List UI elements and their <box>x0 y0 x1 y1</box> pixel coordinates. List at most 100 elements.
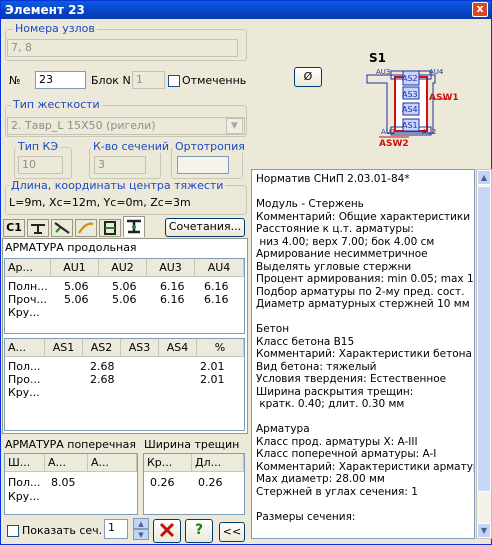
report-line: Подбор арматуры по 2-му пред. сост. <box>256 285 465 298</box>
crack-table: Кр... Дл... 0.26 0.26 <box>143 453 245 515</box>
stiffness-label: Тип жесткости <box>11 98 102 111</box>
report-line <box>256 411 470 424</box>
report-line: Max диаметр: 28.00 мм <box>256 473 385 485</box>
element-dialog: Элемент 23 x Номера узлов 7, 8 № 23 Блок… <box>0 0 492 545</box>
table-cell: 6.16 <box>160 293 185 306</box>
scroll-down-icon[interactable]: ▼ <box>477 523 491 538</box>
report-line: Стержней в углах сечения: 1 <box>256 485 418 498</box>
table-cell: 8.05 <box>51 476 76 489</box>
table-cell: Про... <box>8 373 41 386</box>
table-header[interactable]: А... <box>45 454 88 472</box>
diagonal-icon[interactable] <box>51 219 73 237</box>
table-header[interactable]: AU4 <box>195 259 244 277</box>
combinations-button[interactable]: Сочетания... <box>165 218 245 237</box>
table-header[interactable]: AU2 <box>99 259 147 277</box>
report-line: Комментарий: Характеристики бетона <box>256 348 472 360</box>
spinner-up-icon[interactable]: ▲ <box>133 518 149 529</box>
table-cell: Кру... <box>8 306 40 319</box>
table-cell: 6.16 <box>160 280 185 293</box>
table-header[interactable]: А... <box>5 339 45 357</box>
table-header[interactable]: AS4 <box>159 339 197 357</box>
report-line: Размеры сечения: <box>256 510 356 523</box>
show-section-checkbox[interactable] <box>7 525 19 537</box>
report-text[interactable]: Норматив СНиП 2.03.01-84* Модуль - Стерж… <box>251 169 475 539</box>
diameter-button[interactable]: Ø <box>294 67 322 87</box>
ke-type-label: Тип КЭ <box>16 140 61 153</box>
report-line <box>256 311 470 324</box>
tab-c1[interactable]: C1 <box>3 219 25 237</box>
as4-label: AS4 <box>402 105 418 114</box>
table-cell: 0.26 <box>150 476 175 489</box>
orthotropy-label: Ортотропия <box>173 140 247 153</box>
report-line: Класс поперечной арматуры: A-I <box>256 448 437 460</box>
table-cell: 2.01 <box>200 360 225 373</box>
number-label: № <box>9 74 21 87</box>
spinner-down-icon[interactable]: ▼ <box>133 529 149 540</box>
table-header[interactable]: AS3 <box>121 339 159 357</box>
table-header[interactable]: Дл... <box>192 454 244 472</box>
asw1-label: ASW1 <box>429 93 459 103</box>
table-cell: 2.68 <box>90 360 115 373</box>
table-cell: 2.01 <box>200 373 225 386</box>
table-cell: 2.68 <box>90 373 115 386</box>
au3-label: AU3 <box>376 68 391 76</box>
marked-checkbox[interactable] <box>168 75 180 87</box>
table-header[interactable]: А... <box>88 454 137 472</box>
table-header[interactable]: % <box>197 339 244 357</box>
report-line: Условия твердения: Естественное <box>256 373 447 385</box>
close-icon[interactable]: x <box>472 2 488 17</box>
table-header[interactable]: Ар... <box>5 259 51 277</box>
report-line <box>256 186 470 199</box>
table-cell: 5.06 <box>64 293 89 306</box>
orthotropy-field[interactable] <box>177 156 229 174</box>
table-cell: 6.16 <box>204 293 229 306</box>
long-rebar-title: АРМАТУРА продольная <box>5 241 137 254</box>
table-cell: 5.06 <box>64 280 89 293</box>
report-line: Диаметр арматурных стержней 10 мм <box>256 298 470 310</box>
table-cell: Полн... <box>8 280 48 293</box>
report-line: Модуль - Стержень <box>256 198 364 210</box>
ke-type-field: 10 <box>18 156 63 174</box>
report-line: Комментарий: Общие характеристики <box>256 210 471 223</box>
table-header[interactable]: AS2 <box>83 339 121 357</box>
scroll-thumb[interactable] <box>477 186 491 492</box>
beam-icon[interactable] <box>27 219 49 237</box>
report-line: Армирование несимметричное <box>256 248 428 260</box>
scroll-up-icon[interactable]: ▲ <box>477 170 491 185</box>
collapse-button[interactable]: << <box>219 522 245 542</box>
report-line: Комментарий: Характеристики арматуры <box>256 460 475 473</box>
transverse-table: Ш... А... А... Пол... 8.05 Кру... <box>4 453 138 515</box>
table-cell: Пол... <box>8 476 41 489</box>
title-bar[interactable]: Элемент 23 x <box>1 1 491 19</box>
table-header[interactable]: AU3 <box>147 259 195 277</box>
length-label: Длина, координаты центра тяжести <box>9 179 226 192</box>
length-value: L=9m, Xc=12m, Yc=0m, Zc=3m <box>9 196 191 209</box>
section-icon[interactable] <box>99 219 121 237</box>
nodes-label: Номера узлов <box>13 22 97 35</box>
chevron-down-icon: ▼ <box>226 118 243 134</box>
help-icon[interactable]: ? <box>185 519 213 543</box>
report-line: кратк. 0.40; длит. 0.30 мм <box>256 398 405 410</box>
section-spinner-field[interactable]: 1 <box>104 519 128 539</box>
cross-icon <box>159 522 175 538</box>
table-header[interactable]: AS1 <box>45 339 83 357</box>
report-line: Бетон <box>256 323 290 335</box>
report-scrollbar[interactable]: ▲ ▼ <box>476 169 492 539</box>
table-cell: Кру... <box>8 386 40 399</box>
table-header[interactable]: Ш... <box>5 454 45 472</box>
rebar-icon[interactable] <box>123 216 145 237</box>
report-line: Класс прод. арматуры X: A-III <box>256 435 418 448</box>
curve-icon[interactable] <box>75 219 97 237</box>
block-field: 1 <box>132 71 165 89</box>
table-header[interactable]: AU1 <box>51 259 99 277</box>
number-field[interactable]: 23 <box>35 71 86 89</box>
report-line: Класс бетона В15 <box>256 335 355 348</box>
crack-title: Ширина трещин <box>144 438 240 451</box>
transverse-title: АРМАТУРА поперечная <box>5 438 136 451</box>
as3-label: AS3 <box>402 90 418 99</box>
as2-label: AS2 <box>402 74 418 83</box>
long-rebar-table-au: Ар... AU1 AU2 AU3 AU4 Полн... 5.06 5.06 … <box>4 258 245 334</box>
cancel-button[interactable] <box>153 519 181 543</box>
report-line <box>256 498 470 511</box>
table-header[interactable]: Кр... <box>144 454 192 472</box>
